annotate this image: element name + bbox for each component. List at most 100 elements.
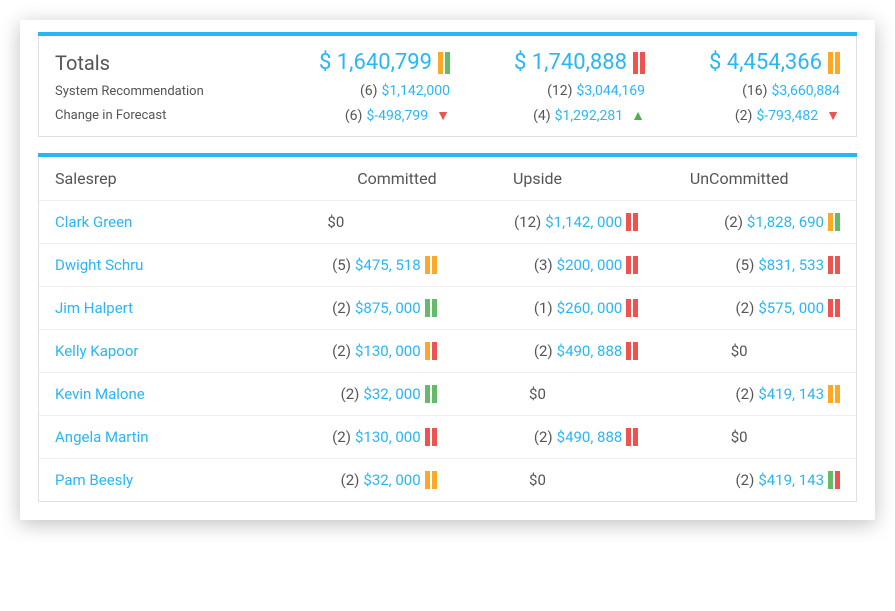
system-recommendation-label: System Recommendation [55,84,255,99]
count-badge: (5) [736,256,755,274]
salesrep-name-link[interactable]: Dwight Schru [55,256,235,274]
salesrep-name-link[interactable]: Jim Halpert [55,299,235,317]
change-committed: (6) $-498,799 ▼ [263,107,450,124]
salesrep-name-link[interactable]: Angela Martin [55,428,235,446]
table-cell: (2)$419, 143 [638,385,840,403]
sysrec-committed: (6) $1,142,000 [263,83,450,99]
salesrep-name-link[interactable]: Pam Beesly [55,471,235,489]
salesrep-name-link[interactable]: Kelly Kapoor [55,342,235,360]
trend-icon: ▼ [826,107,840,124]
header-uncommitted: UnCommitted [638,169,840,188]
table-cell: $0 [235,213,437,231]
cell-plain-value: $0 [529,471,546,489]
table-cell: $0 [638,428,840,446]
table-cell: (2)$130, 000 [235,342,437,360]
table-cell: (2)$32, 000 [235,471,437,489]
status-bars-icon [626,213,638,231]
header-committed: Committed [235,169,437,188]
bar-icon [828,471,833,489]
change-value[interactable]: $-498,799 [366,108,428,124]
bar-icon [640,52,645,74]
table-cell: (2)$490, 888 [437,428,639,446]
change-value[interactable]: $-793,482 [756,108,818,124]
status-bars-icon [425,299,437,317]
cell-value-link[interactable]: $200, 000 [557,256,623,274]
status-bars-icon [828,213,840,231]
count-badge: (2) [332,342,351,360]
table-cell: (3)$200, 000 [437,256,639,274]
status-bars-icon [828,256,840,274]
table-cell: (2)$130, 000 [235,428,437,446]
header-salesrep: Salesrep [55,169,235,188]
status-bars-icon [633,52,645,74]
totals-committed: $ 1,640,799 [263,50,450,75]
sysrec-value[interactable]: $3,044,169 [577,83,645,99]
count-badge: (5) [332,256,351,274]
totals-committed-amount[interactable]: $ 1,640,799 [319,50,432,75]
bar-icon [626,299,631,317]
cell-value-link[interactable]: $490, 888 [557,342,623,360]
change-uncommitted: (2) $-793,482 ▼ [653,107,840,124]
bar-icon [425,471,430,489]
cell-value-link[interactable]: $32, 000 [363,471,420,489]
table-cell: (5)$475, 518 [235,256,437,274]
status-bars-icon [425,385,437,403]
cell-value-link[interactable]: $419, 143 [758,385,824,403]
cell-value-link[interactable]: $32, 000 [363,385,420,403]
totals-uncommitted-amount[interactable]: $ 4,454,366 [709,50,822,75]
bar-icon [633,52,638,74]
table-cell: $0 [437,471,639,489]
sysrec-value[interactable]: $3,660,884 [772,83,840,99]
count-badge: (16) [742,83,767,99]
status-bars-icon [425,428,437,446]
totals-title: Totals [55,51,255,75]
table-cell: (2)$419, 143 [638,471,840,489]
bar-icon [835,52,840,74]
count-badge: (6) [360,83,378,99]
system-recommendation-row: System Recommendation (6) $1,142,000 (12… [55,83,840,99]
cell-value-link[interactable]: $875, 000 [355,299,421,317]
bar-icon [425,385,430,403]
table-cell: (12)$1,142, 000 [437,213,639,231]
salesrep-name-link[interactable]: Clark Green [55,213,235,231]
count-badge: (3) [534,256,553,274]
totals-panel: Totals $ 1,640,799 $ 1,740,888 $ 4,454,3… [38,36,857,137]
table-row: Dwight Schru(5)$475, 518(3)$200, 000(5)$… [39,244,856,287]
change-value[interactable]: $1,292,281 [555,108,623,124]
table-cell: (2)$875, 000 [235,299,437,317]
status-bars-icon [425,471,437,489]
count-badge: (2) [534,342,553,360]
sysrec-upside: (12) $3,044,169 [458,83,645,99]
bar-icon [626,342,631,360]
count-badge: (2) [332,299,351,317]
cell-value-link[interactable]: $130, 000 [355,428,421,446]
table-cell: $0 [638,342,840,360]
bar-icon [835,299,840,317]
cell-value-link[interactable]: $575, 000 [758,299,824,317]
cell-value-link[interactable]: $475, 518 [355,256,421,274]
status-bars-icon [828,385,840,403]
status-bars-icon [425,256,437,274]
cell-value-link[interactable]: $419, 143 [758,471,824,489]
cell-value-link[interactable]: $490, 888 [557,428,623,446]
status-bars-icon [425,342,437,360]
sysrec-value[interactable]: $1,142,000 [382,83,450,99]
bar-icon [828,213,833,231]
count-badge: (2) [735,108,753,124]
bar-icon [445,52,450,74]
bar-icon [828,385,833,403]
bar-icon [626,428,631,446]
table-row: Jim Halpert(2)$875, 000(1)$260, 000(2)$5… [39,287,856,330]
bar-icon [835,213,840,231]
count-badge: (12) [547,83,572,99]
bar-icon [425,342,430,360]
table-row: Kelly Kapoor(2)$130, 000(2)$490, 888$0 [39,330,856,373]
table-row: Clark Green$0(12)$1,142, 000(2)$1,828, 6… [39,201,856,244]
cell-value-link[interactable]: $1,828, 690 [747,213,824,231]
cell-value-link[interactable]: $130, 000 [355,342,421,360]
cell-value-link[interactable]: $260, 000 [557,299,623,317]
totals-upside-amount[interactable]: $ 1,740,888 [514,50,627,75]
cell-value-link[interactable]: $831, 533 [758,256,824,274]
cell-value-link[interactable]: $1,142, 000 [545,213,622,231]
salesrep-name-link[interactable]: Kevin Malone [55,385,235,403]
